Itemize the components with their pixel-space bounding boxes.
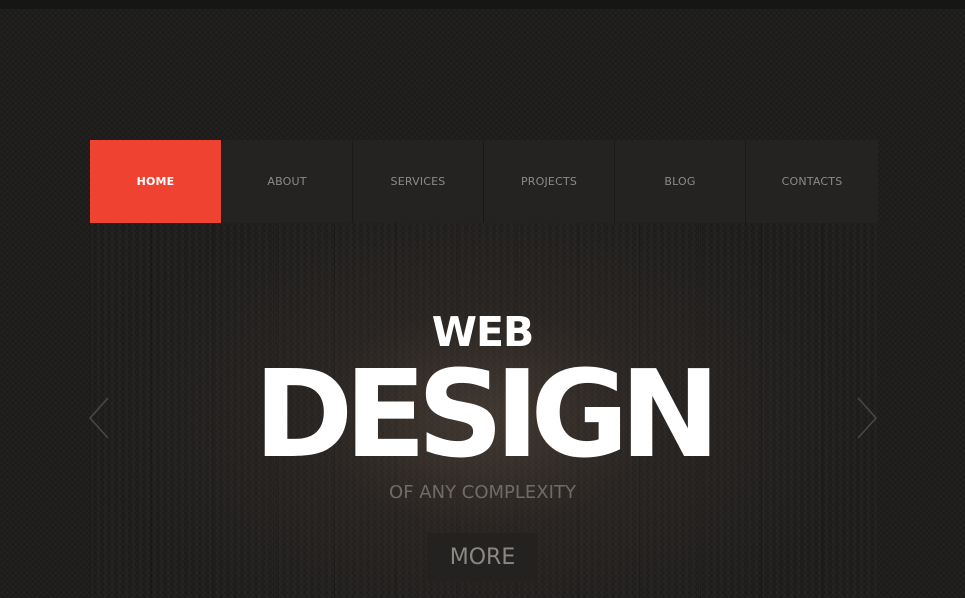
nav-item-contacts[interactable]: CONTACTS (746, 140, 878, 223)
nav-item-home[interactable]: HOME (90, 140, 222, 223)
top-bar (0, 0, 965, 9)
hero-title-line2: DESIGN (253, 346, 721, 485)
nav-item-about[interactable]: ABOUT (222, 140, 353, 223)
nav-item-projects[interactable]: PROJECTS (484, 140, 615, 223)
nav-item-blog[interactable]: BLOG (615, 140, 746, 223)
nav-item-services[interactable]: SERVICES (353, 140, 484, 223)
more-button[interactable]: MORE (427, 533, 538, 582)
main-nav: HOME ABOUT SERVICES PROJECTS BLOG CONTAC… (90, 136, 878, 224)
hero-subtitle: OF ANY COMPLEXITY (389, 482, 576, 503)
